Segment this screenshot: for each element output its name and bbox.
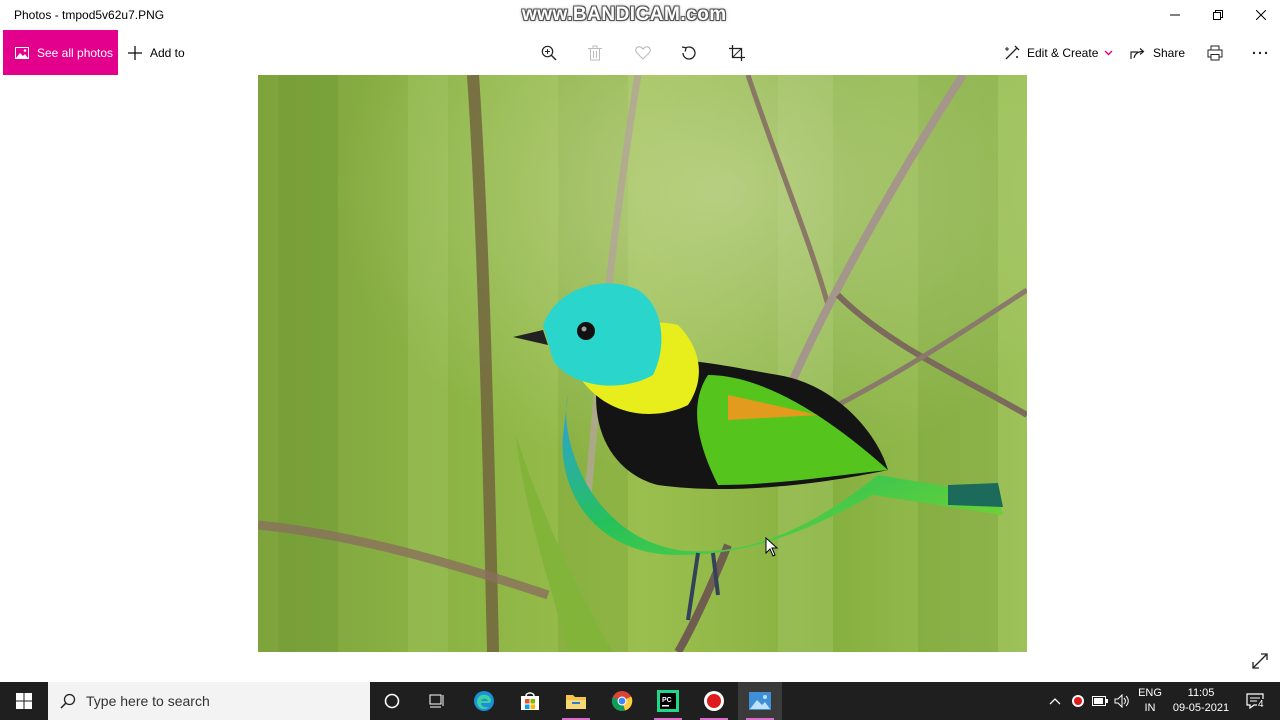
add-to-button[interactable]: Add to bbox=[128, 30, 185, 75]
more-icon bbox=[1252, 51, 1268, 55]
language-code: ENG bbox=[1138, 687, 1162, 699]
expand-icon bbox=[1252, 653, 1268, 669]
crop-button[interactable] bbox=[726, 42, 748, 64]
tray-language[interactable]: ENG IN bbox=[1136, 682, 1164, 720]
edit-create-label: Edit & Create bbox=[1027, 45, 1099, 60]
share-label: Share bbox=[1153, 45, 1186, 60]
taskbar: Type here to search PC ENG IN 11:05 09-0… bbox=[0, 682, 1280, 720]
toolbar: See all photos Add to Edit & Create Shar… bbox=[0, 30, 1280, 75]
plus-icon bbox=[128, 45, 142, 60]
print-icon bbox=[1207, 45, 1223, 61]
see-all-photos-label: See all photos bbox=[37, 45, 114, 60]
bird-photo bbox=[258, 75, 1027, 652]
task-view-button[interactable] bbox=[415, 682, 459, 720]
rotate-icon bbox=[681, 46, 696, 60]
region-code: IN bbox=[1144, 702, 1156, 714]
taskbar-app-edge[interactable] bbox=[462, 682, 506, 720]
pycharm-icon: PC bbox=[657, 690, 679, 712]
delete-button[interactable] bbox=[584, 42, 606, 64]
photos-icon bbox=[15, 46, 29, 59]
zoom-icon bbox=[541, 45, 557, 61]
add-to-label: Add to bbox=[150, 45, 185, 60]
start-button[interactable] bbox=[0, 682, 48, 720]
search-icon bbox=[60, 693, 76, 709]
share-button[interactable]: Share bbox=[1130, 30, 1185, 75]
clock-time: 11:05 bbox=[1187, 687, 1215, 699]
more-options-button[interactable] bbox=[1249, 42, 1271, 64]
window-title: Photos - tmpod5v62u7.PNG bbox=[14, 8, 165, 22]
close-icon bbox=[1256, 10, 1266, 20]
taskbar-app-chrome[interactable] bbox=[600, 682, 644, 720]
search-placeholder: Type here to search bbox=[86, 693, 210, 709]
photos-app-icon bbox=[749, 692, 771, 710]
edit-create-button[interactable]: Edit & Create bbox=[1004, 30, 1113, 75]
rotate-button[interactable] bbox=[678, 42, 700, 64]
taskbar-app-photos[interactable] bbox=[738, 682, 782, 720]
folder-icon bbox=[566, 695, 586, 709]
tray-bandicam[interactable] bbox=[1068, 682, 1088, 720]
notification-count: 4 bbox=[1257, 699, 1265, 710]
show-hidden-icons-button[interactable] bbox=[1046, 682, 1064, 720]
taskbar-app-pycharm[interactable]: PC bbox=[646, 682, 690, 720]
print-button[interactable] bbox=[1204, 42, 1226, 64]
minimize-icon bbox=[1170, 14, 1180, 16]
chrome-icon bbox=[611, 691, 633, 712]
mouse-cursor-icon bbox=[765, 537, 779, 557]
chevron-down-icon bbox=[1104, 50, 1113, 56]
tray-volume[interactable] bbox=[1112, 682, 1132, 720]
cortana-button[interactable] bbox=[370, 682, 414, 720]
crop-icon bbox=[729, 45, 745, 61]
record-icon bbox=[1072, 695, 1084, 707]
favorite-button[interactable] bbox=[632, 42, 654, 64]
taskbar-app-bandicam[interactable] bbox=[692, 682, 736, 720]
heart-icon bbox=[635, 46, 651, 60]
zoom-button[interactable] bbox=[538, 42, 560, 64]
restore-button[interactable] bbox=[1195, 0, 1241, 30]
tray-clock[interactable]: 11:05 09-05-2021 bbox=[1168, 682, 1234, 720]
bandicam-watermark: www.BANDICAM.com bbox=[522, 4, 727, 25]
edit-wand-icon bbox=[1004, 45, 1020, 61]
task-view-icon bbox=[429, 694, 444, 708]
see-all-photos-button[interactable]: See all photos bbox=[3, 30, 118, 75]
cortana-icon bbox=[384, 693, 400, 709]
tray-battery[interactable] bbox=[1090, 682, 1110, 720]
chevron-up-icon bbox=[1049, 698, 1061, 705]
svg-text:PC: PC bbox=[662, 697, 672, 704]
taskbar-app-store[interactable] bbox=[508, 682, 552, 720]
close-button[interactable] bbox=[1238, 0, 1280, 30]
minimize-button[interactable] bbox=[1152, 0, 1198, 30]
record-icon bbox=[704, 691, 724, 711]
taskbar-search-box[interactable]: Type here to search bbox=[48, 682, 370, 720]
volume-icon bbox=[1114, 694, 1129, 708]
delete-icon bbox=[588, 45, 602, 61]
taskbar-app-file-explorer[interactable] bbox=[554, 682, 598, 720]
photo-image[interactable] bbox=[258, 75, 1027, 652]
battery-icon bbox=[1092, 696, 1108, 706]
edge-icon bbox=[474, 691, 494, 711]
fullscreen-button[interactable] bbox=[1250, 651, 1270, 671]
clock-date: 09-05-2021 bbox=[1172, 702, 1230, 714]
windows-logo-icon bbox=[16, 693, 32, 709]
action-center-button[interactable]: 4 bbox=[1238, 682, 1272, 720]
restore-icon bbox=[1213, 10, 1223, 20]
title-bar: Photos - tmpod5v62u7.PNG www.BANDICAM.co… bbox=[0, 0, 1280, 30]
share-icon bbox=[1130, 46, 1146, 60]
store-icon bbox=[521, 692, 539, 710]
